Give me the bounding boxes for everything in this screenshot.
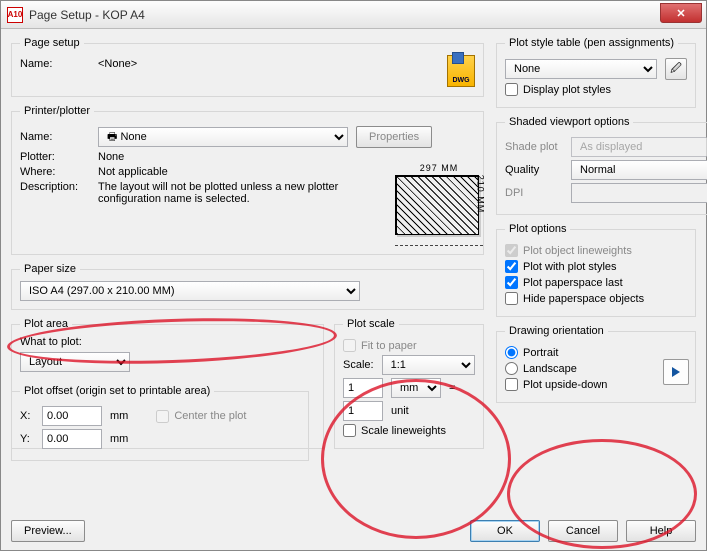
where-value: Not applicable <box>98 166 168 178</box>
paper-size-legend: Paper size <box>20 263 80 275</box>
page-setup-dialog: A10 Page Setup - KOP A4 ✕ Page setup Nam… <box>0 0 707 551</box>
center-plot-label: Center the plot <box>174 410 246 422</box>
display-plot-styles-label: Display plot styles <box>523 84 611 96</box>
scale-select[interactable]: 1:1 <box>382 355 475 375</box>
close-icon: ✕ <box>676 7 685 20</box>
portrait-label: Portrait <box>523 347 558 359</box>
scale-denominator-input[interactable] <box>343 401 383 421</box>
scale-equals: = <box>449 382 455 394</box>
page-setup-group: Page setup Name: <None> DWG <box>11 37 484 97</box>
landscape-label: Landscape <box>523 363 577 375</box>
hide-paperspace-label: Hide paperspace objects <box>523 293 644 305</box>
orientation-icon <box>663 359 689 385</box>
dwg-icon: DWG <box>447 55 475 87</box>
plot-with-styles-checkbox[interactable] <box>505 260 518 273</box>
plot-lineweights-checkbox[interactable] <box>505 244 518 257</box>
plotter-label: Plotter: <box>20 151 90 163</box>
dpi-input[interactable] <box>571 183 707 203</box>
fit-to-paper-label: Fit to paper <box>361 340 417 352</box>
shaded-viewport-legend: Shaded viewport options <box>505 116 633 128</box>
preview-button[interactable]: Preview... <box>11 520 85 542</box>
scale-label: Scale: <box>343 359 374 371</box>
plot-offset-legend: Plot offset (origin set to printable are… <box>20 385 214 397</box>
landscape-radio[interactable] <box>505 362 518 375</box>
printer-legend: Printer/plotter <box>20 105 94 117</box>
quality-select[interactable]: Normal <box>571 160 707 180</box>
properties-button[interactable]: Properties <box>356 126 432 148</box>
printer-name-label: Name: <box>20 131 90 143</box>
paper-size-select[interactable]: ISO A4 (297.00 x 210.00 MM) <box>20 281 360 301</box>
ok-button[interactable]: OK <box>470 520 540 542</box>
display-plot-styles-checkbox[interactable] <box>505 83 518 96</box>
printer-name-select[interactable]: 🖶 None <box>98 127 348 147</box>
close-button[interactable]: ✕ <box>660 3 702 23</box>
scale-unit-label: unit <box>391 405 409 417</box>
desc-label: Description: <box>20 181 90 193</box>
upside-down-label: Plot upside-down <box>523 379 607 391</box>
plot-style-select[interactable]: None <box>505 59 657 79</box>
x-label: X: <box>20 410 34 422</box>
printer-group: Printer/plotter Name: 🖶 None Properties … <box>11 105 484 255</box>
desc-value: The layout will not be plotted unless a … <box>98 181 348 205</box>
fit-to-paper-checkbox[interactable] <box>343 339 356 352</box>
hide-paperspace-checkbox[interactable] <box>505 292 518 305</box>
scale-unit-select[interactable]: mm <box>391 378 441 398</box>
plot-options-group: Plot options Plot object lineweights Plo… <box>496 223 696 317</box>
y-label: Y: <box>20 433 34 445</box>
help-button[interactable]: Help <box>626 520 696 542</box>
plot-offset-group: Plot offset (origin set to printable are… <box>11 385 309 461</box>
page-setup-legend: Page setup <box>20 37 84 49</box>
center-plot-checkbox[interactable] <box>156 410 169 423</box>
plot-scale-group: Plot scale Fit to paper Scale: 1:1 mm = u… <box>334 318 484 449</box>
cancel-button[interactable]: Cancel <box>548 520 618 542</box>
where-label: Where: <box>20 166 90 178</box>
pagesetup-name-value: <None> <box>98 58 137 70</box>
shaded-viewport-group: Shaded viewport options Shade plot As dis… <box>496 116 707 215</box>
paper-size-group: Paper size ISO A4 (297.00 x 210.00 MM) <box>11 263 484 310</box>
dialog-buttons: Preview... OK Cancel Help <box>11 520 696 542</box>
scale-lineweights-checkbox[interactable] <box>343 424 356 437</box>
what-to-plot-select[interactable]: Layout <box>20 352 130 372</box>
plot-style-group: Plot style table (pen assignments) None … <box>496 37 696 108</box>
upside-down-checkbox[interactable] <box>505 378 518 391</box>
paper-preview-box: 210 MM <box>395 175 479 235</box>
plot-style-edit-button[interactable]: 🖉 <box>665 58 687 80</box>
scale-numerator-input[interactable] <box>343 378 383 398</box>
pagesetup-name-label: Name: <box>20 58 90 70</box>
app-icon: A10 <box>7 7 23 23</box>
plot-style-legend: Plot style table (pen assignments) <box>505 37 678 49</box>
x-offset-input[interactable] <box>42 406 102 426</box>
plot-lineweights-label: Plot object lineweights <box>523 245 632 257</box>
x-unit: mm <box>110 410 128 422</box>
plot-with-styles-label: Plot with plot styles <box>523 261 617 273</box>
y-offset-input[interactable] <box>42 429 102 449</box>
pencil-icon: 🖉 <box>670 60 682 79</box>
paper-preview: 297 MM 210 MM <box>395 163 483 246</box>
quality-label: Quality <box>505 164 563 176</box>
what-to-plot-label: What to plot: <box>20 336 315 348</box>
dpi-label: DPI <box>505 187 563 199</box>
plotter-value: None <box>98 151 124 163</box>
shade-plot-label: Shade plot <box>505 141 563 153</box>
title-bar: A10 Page Setup - KOP A4 ✕ <box>1 1 706 29</box>
plot-options-legend: Plot options <box>505 223 570 235</box>
shade-plot-select[interactable]: As displayed <box>571 137 707 157</box>
orientation-legend: Drawing orientation <box>505 325 608 337</box>
y-unit: mm <box>110 433 128 445</box>
paper-preview-height: 210 MM <box>476 175 486 214</box>
plot-area-legend: Plot area <box>20 318 72 330</box>
window-title: Page Setup - KOP A4 <box>29 8 145 22</box>
plot-paperspace-last-checkbox[interactable] <box>505 276 518 289</box>
plot-paperspace-last-label: Plot paperspace last <box>523 277 623 289</box>
orientation-group: Drawing orientation Portrait Landscape P… <box>496 325 696 403</box>
portrait-radio[interactable] <box>505 346 518 359</box>
paper-preview-width: 297 MM <box>395 163 483 173</box>
plot-scale-legend: Plot scale <box>343 318 399 330</box>
scale-lineweights-label: Scale lineweights <box>361 425 446 437</box>
